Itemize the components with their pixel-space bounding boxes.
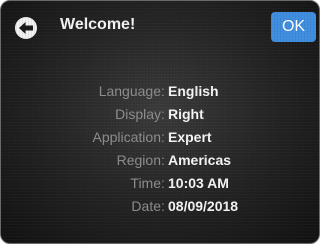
date-value: 08/09/2018 — [168, 198, 239, 214]
application-value: Expert — [168, 129, 212, 145]
info-row-date: Date : 08/09/2018 — [1, 195, 319, 218]
info-row-time: Time : 10:03 AM — [1, 172, 319, 195]
separator: : — [161, 175, 165, 191]
separator: : — [161, 129, 165, 145]
page-title: Welcome! — [60, 16, 136, 33]
separator: : — [161, 152, 165, 168]
region-label: Region — [116, 152, 161, 168]
language-label: Language — [98, 83, 161, 99]
info-row-display: Display : Right — [1, 103, 319, 126]
info-row-language: Language : English — [1, 80, 319, 103]
language-value: English — [168, 83, 219, 99]
back-button[interactable] — [15, 17, 37, 39]
time-label: Time — [130, 175, 161, 191]
welcome-screen: Welcome! OK Language : English Display :… — [0, 0, 320, 244]
arrow-left-icon — [19, 22, 33, 34]
region-value: Americas — [168, 152, 232, 168]
ok-button[interactable]: OK — [271, 12, 316, 42]
display-value: Right — [168, 106, 204, 122]
separator: : — [161, 106, 165, 122]
separator: : — [161, 83, 165, 99]
info-row-region: Region : Americas — [1, 149, 319, 172]
separator: : — [161, 198, 165, 214]
display-label: Display — [115, 106, 161, 122]
settings-summary: Language : English Display : Right Appli… — [1, 80, 319, 218]
application-label: Application — [92, 129, 162, 145]
time-value: 10:03 AM — [168, 175, 229, 191]
info-row-application: Application : Expert — [1, 126, 319, 149]
date-label: Date — [131, 198, 161, 214]
